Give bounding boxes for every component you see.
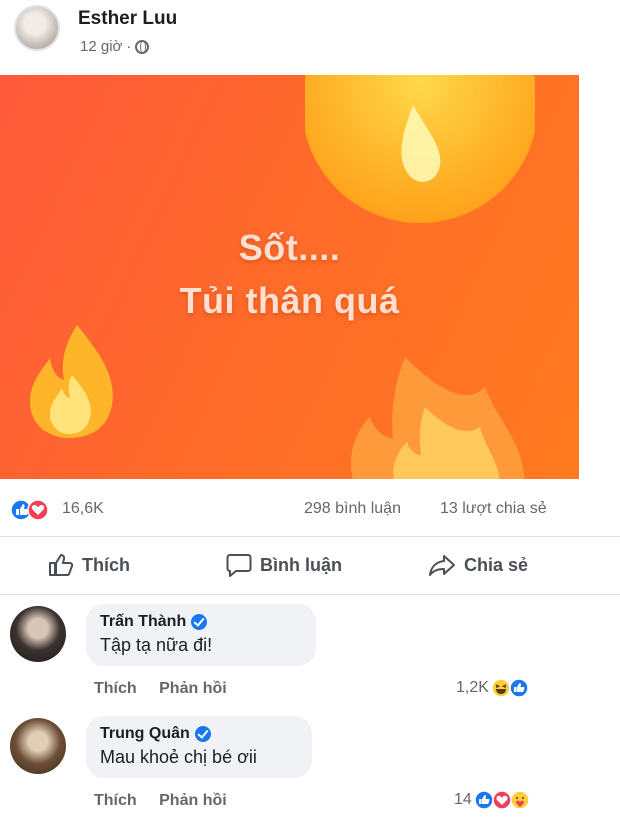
reaction-icons[interactable] (10, 499, 50, 521)
post-meta: 12 giờ · (80, 38, 150, 55)
commenter-name[interactable]: Trấn Thành (100, 613, 302, 631)
reaction-count[interactable]: 16,6K (62, 500, 104, 518)
commenter-name[interactable]: Trung Quân (100, 725, 298, 743)
comment-reply-link[interactable]: Phản hồi (159, 792, 227, 809)
share-button[interactable]: Chia sẻ (428, 553, 528, 577)
post-banner: Sốt.... Tủi thân quá (0, 75, 579, 479)
comment-reactions[interactable]: 14 (454, 790, 530, 810)
comment-reaction-count: 14 (454, 791, 472, 808)
post-time[interactable]: 12 giờ (80, 38, 122, 55)
comment-reactions[interactable]: 1,2K (456, 678, 529, 698)
divider (0, 536, 620, 537)
comment-button-label: Bình luận (260, 554, 342, 575)
commenter-name-text: Trung Quân (100, 725, 190, 742)
comment-like-link[interactable]: Thích (94, 680, 137, 697)
comment-reaction-count: 1,2K (456, 679, 489, 696)
like-icon (474, 790, 494, 810)
share-arrow-icon (429, 555, 455, 576)
comment-bubble: Trấn Thành Tập tạ nữa đi! (86, 604, 316, 666)
banner-line-1: Sốt.... (238, 227, 341, 268)
haha-icon (491, 678, 511, 698)
comment-reply-link[interactable]: Phản hồi (159, 680, 227, 697)
verified-badge-icon (191, 614, 208, 630)
care-icon (510, 790, 530, 810)
comment-like-link[interactable]: Thích (94, 792, 137, 809)
love-icon (492, 790, 512, 810)
comment-text: Mau khoẻ chị bé ơii (100, 747, 257, 767)
author-name[interactable]: Esther Luu (78, 8, 177, 30)
commenter-avatar[interactable] (10, 718, 66, 774)
shares-count[interactable]: 13 lượt chia sẻ (440, 500, 547, 518)
comment-button[interactable]: Bình luận (226, 553, 342, 577)
hot-face-emoji-icon (305, 75, 535, 223)
comment-item: Trấn Thành Tập tạ nữa đi! Thích Phản hồi… (10, 604, 590, 712)
thumbs-up-icon (49, 554, 74, 576)
comment-bubble: Trung Quân Mau khoẻ chị bé ơii (86, 716, 312, 778)
commenter-avatar[interactable] (10, 606, 66, 662)
like-button-label: Thích (82, 554, 130, 575)
post-header: Esther Luu 12 giờ · (12, 0, 592, 64)
post-stats: 16,6K 298 bình luận 13 lượt chia sẻ (10, 496, 570, 524)
fire-icon (30, 325, 113, 438)
banner-line-2: Tủi thân quá (179, 280, 400, 321)
comment-actions: Thích Phản hồi (94, 680, 245, 698)
fire-icon (351, 357, 525, 479)
comment-item: Trung Quân Mau khoẻ chị bé ơii Thích Phả… (10, 716, 590, 821)
divider (0, 594, 620, 595)
like-icon (509, 678, 529, 698)
post-actions: Thích Bình luận Chia sẻ (0, 545, 600, 589)
like-button[interactable]: Thích (48, 553, 130, 577)
globe-icon (135, 39, 150, 54)
commenter-name-text: Trấn Thành (100, 613, 187, 630)
verified-badge-icon (194, 726, 211, 742)
comments-count[interactable]: 298 bình luận (304, 500, 401, 518)
comment-actions: Thích Phản hồi (94, 792, 245, 810)
author-avatar[interactable] (14, 5, 60, 51)
share-button-label: Chia sẻ (464, 554, 529, 575)
meta-separator: · (126, 38, 132, 55)
comment-bubble-icon (226, 554, 252, 577)
comment-text: Tập tạ nữa đi! (100, 635, 213, 655)
